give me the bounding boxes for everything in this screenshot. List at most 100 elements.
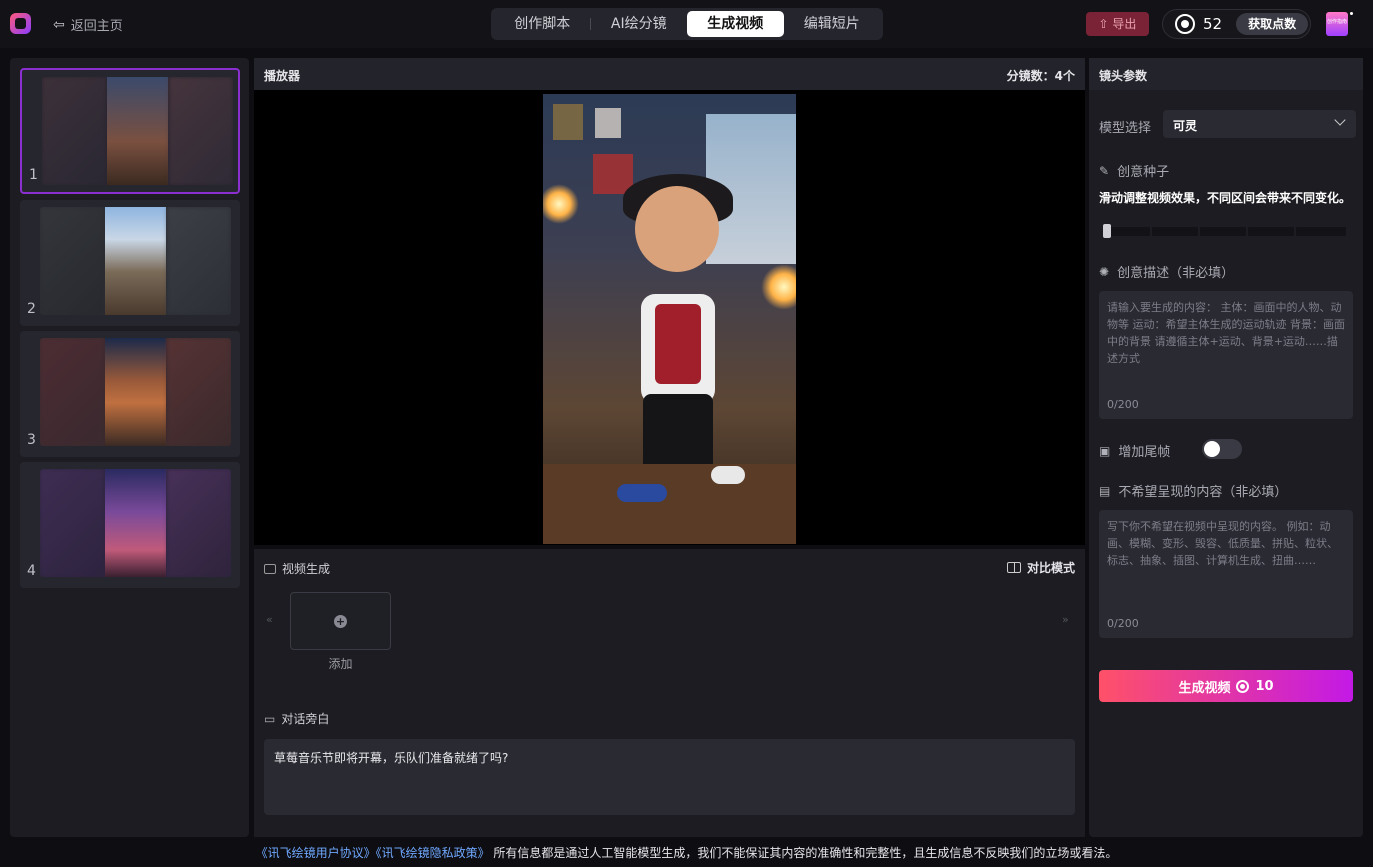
shot-thumbnail: [40, 338, 231, 446]
compare-label: 对比模式: [1026, 561, 1075, 575]
storyboard-item-1[interactable]: 1: [20, 68, 240, 194]
shot-number: 4: [27, 563, 36, 579]
negative-textarea[interactable]: 写下你不希望在视频中呈现的内容。 例如：动画、模糊、变形、毁容、低质量、拼贴、粒…: [1099, 510, 1353, 638]
tab-edit-short[interactable]: 编辑短片: [784, 11, 881, 37]
magic-wand-icon: ✎: [1099, 163, 1110, 178]
negative-count: 0/200: [1107, 617, 1139, 630]
shot-number: 1: [29, 167, 38, 183]
export-button[interactable]: ⇧ 导出: [1086, 12, 1149, 36]
tail-label: 增加尾帧: [1118, 445, 1171, 460]
params-title: 镜头参数: [1089, 58, 1363, 90]
slider-segment: [1296, 227, 1346, 236]
negative-placeholder: 写下你不希望在视频中呈现的内容。 例如：动画、模糊、变形、毁容、低质量、拼贴、粒…: [1107, 520, 1338, 567]
preview-character: [635, 186, 719, 272]
player-title: 播放器: [264, 69, 301, 83]
generate-label: 生成视频: [1178, 680, 1231, 696]
images-icon: ▤: [1099, 483, 1111, 498]
tail-frame-row: ▣ 增加尾帧: [1099, 441, 1171, 461]
shot-thumbnail: [40, 469, 231, 577]
negative-label: 不希望呈现的内容（非必填）: [1118, 485, 1288, 500]
sparkle-icon: [1350, 12, 1353, 15]
chat-icon: ▭: [264, 711, 276, 726]
agreement-link[interactable]: 《讯飞绘镜用户协议》: [256, 846, 376, 860]
shot-params-panel: 镜头参数 模型选择 可灵 ✎ 创意种子 滑动调整视频效果，不同区间会带来不同变化…: [1089, 58, 1363, 837]
add-label: 添加: [328, 657, 353, 671]
model-value: 可灵: [1173, 119, 1198, 133]
storyboard-item-3[interactable]: 3: [20, 331, 240, 457]
points-panel: 52 获取点数: [1162, 9, 1311, 39]
back-arrow-icon: ⇦: [53, 16, 65, 33]
slider-segment: [1152, 227, 1198, 236]
dialog-title: 对话旁白: [281, 712, 330, 726]
upload-icon: ⇧: [1098, 17, 1113, 31]
tab-generate-video[interactable]: 生成视频: [687, 11, 784, 37]
generate-video-button[interactable]: 生成视频 10: [1099, 670, 1353, 702]
video-generation-panel: 视频生成 对比模式 « » + 添加 ▭ 对话旁白 草莓音乐节即将开幕，乐队们准…: [254, 549, 1085, 837]
shot-number: 3: [27, 432, 36, 448]
spark-effect: [543, 184, 579, 224]
video-icon: [264, 563, 276, 574]
export-label: 导出: [1112, 17, 1137, 31]
avatar[interactable]: 创作指南: [1326, 12, 1348, 36]
preview-desk: [543, 464, 796, 544]
slider-handle[interactable]: [1103, 224, 1111, 238]
video-gen-title: 视频生成: [282, 562, 331, 576]
back-home-label: 返回主页: [70, 19, 123, 34]
prev-arrow-icon[interactable]: «: [266, 613, 273, 626]
desc-placeholder: 请输入要生成的内容： 主体：画面中的人物、动物等 运动：希望主体生成的运动轨迹 …: [1107, 301, 1345, 365]
storyboard-item-2[interactable]: 2: [20, 200, 240, 326]
add-video-button[interactable]: +: [290, 592, 391, 650]
video-gen-header: 视频生成: [264, 560, 330, 577]
preview-poster: [595, 108, 621, 138]
player-header: 播放器 分镜数：4个: [254, 58, 1085, 90]
preview-character: [655, 304, 701, 384]
preview-shoe: [711, 466, 745, 484]
model-select[interactable]: 可灵: [1163, 110, 1356, 138]
coin-icon: [1175, 14, 1195, 34]
seed-slider[interactable]: [1103, 224, 1346, 238]
preview-shoe: [617, 484, 667, 502]
step-tabs: 创作脚本 AI绘分镜 生成视频 编辑短片: [491, 8, 883, 40]
disclaimer: 所有信息都是通过人工智能模型生成，我们不能保证其内容的准确性和完整性，且生成信息…: [493, 846, 1118, 860]
compare-icon: [1006, 562, 1021, 573]
storyboard-item-4[interactable]: 4: [20, 462, 240, 588]
shot-count: 分镜数：4个: [1006, 69, 1075, 83]
shot-thumbnail: [42, 77, 233, 185]
desc-count: 0/200: [1107, 398, 1139, 411]
shot-number: 2: [27, 301, 36, 317]
player-panel: 播放器 分镜数：4个: [254, 58, 1085, 545]
negative-header: ▤ 不希望呈现的内容（非必填）: [1099, 481, 1288, 501]
dialog-header: ▭ 对话旁白: [264, 710, 329, 727]
plus-icon: +: [334, 615, 347, 628]
image-icon: ▣: [1099, 443, 1111, 458]
desc-textarea[interactable]: 请输入要生成的内容： 主体：画面中的人物、动物等 运动：希望主体生成的运动轨迹 …: [1099, 291, 1353, 419]
points-count: 52: [1203, 15, 1223, 33]
coin-icon: [1236, 679, 1250, 693]
back-home-link[interactable]: ⇦ 返回主页: [53, 15, 123, 35]
privacy-link[interactable]: 《讯飞绘镜隐私政策》: [376, 846, 490, 860]
idea-icon: ✺: [1099, 264, 1110, 279]
slider-segment: [1200, 227, 1246, 236]
model-label: 模型选择: [1099, 121, 1152, 136]
chevron-down-icon: [1334, 114, 1346, 126]
preview-poster: [553, 104, 583, 140]
generate-cost: 10: [1255, 678, 1274, 694]
tail-frame-toggle[interactable]: [1202, 439, 1242, 459]
spark-effect: [761, 264, 796, 310]
top-bar: ⇦ 返回主页 创作脚本 AI绘分镜 生成视频 编辑短片 ⇧ 导出 52 获取点数…: [0, 0, 1373, 48]
dialog-textarea[interactable]: 草莓音乐节即将开幕，乐队们准备就绪了吗?: [264, 739, 1075, 815]
compare-mode-button[interactable]: 对比模式: [1006, 559, 1075, 576]
seed-label: 创意种子: [1117, 165, 1170, 180]
footer: 《讯飞绘镜用户协议》《讯飞绘镜隐私政策》 所有信息都是通过人工智能模型生成，我们…: [0, 841, 1373, 867]
shot-thumbnail: [40, 207, 231, 315]
tab-storyboard[interactable]: AI绘分镜: [591, 11, 688, 37]
desc-header: ✺ 创意描述（非必填）: [1099, 262, 1234, 282]
tab-script[interactable]: 创作脚本: [494, 11, 591, 37]
next-arrow-icon[interactable]: »: [1062, 613, 1069, 626]
get-points-button[interactable]: 获取点数: [1236, 13, 1309, 35]
seed-header: ✎ 创意种子: [1099, 161, 1170, 181]
app-logo[interactable]: [10, 13, 31, 34]
seed-description: 滑动调整视频效果，不同区间会带来不同变化。: [1099, 191, 1352, 205]
video-preview[interactable]: [543, 94, 796, 544]
storyboard-list: 1 2 3 4: [10, 58, 249, 837]
